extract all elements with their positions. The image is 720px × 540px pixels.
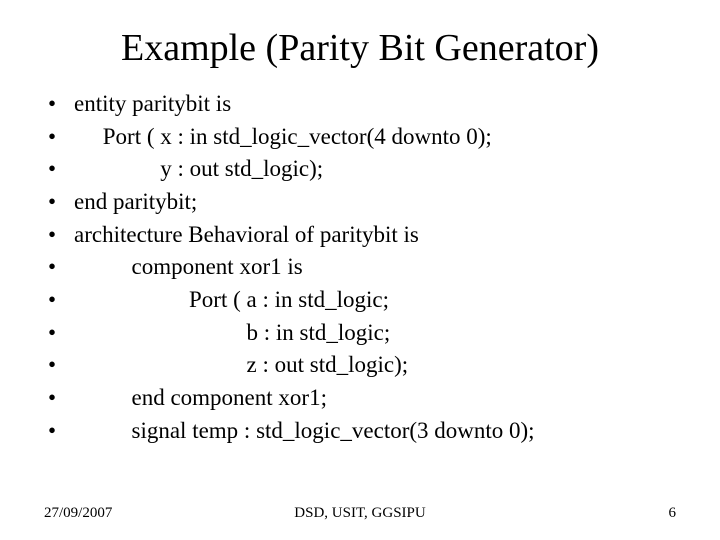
list-item: end component xor1; <box>44 382 680 415</box>
list-item: b : in std_logic; <box>44 317 680 350</box>
slide: Example (Parity Bit Generator) entity pa… <box>0 0 720 540</box>
footer-date: 27/09/2007 <box>44 505 112 522</box>
footer-page: 6 <box>669 505 677 522</box>
list-item: end paritybit; <box>44 186 680 219</box>
list-item: entity paritybit is <box>44 88 680 121</box>
list-item: Port ( a : in std_logic; <box>44 284 680 317</box>
list-item: signal temp : std_logic_vector(3 downto … <box>44 415 680 448</box>
list-item: Port ( x : in std_logic_vector(4 downto … <box>44 121 680 154</box>
slide-footer: 27/09/2007 DSD, USIT, GGSIPU 6 <box>0 505 720 522</box>
list-item: component xor1 is <box>44 251 680 284</box>
bullet-list: entity paritybit is Port ( x : in std_lo… <box>44 88 680 447</box>
slide-body: entity paritybit is Port ( x : in std_lo… <box>0 88 720 447</box>
slide-title: Example (Parity Bit Generator) <box>0 0 720 88</box>
list-item: architecture Behavioral of paritybit is <box>44 219 680 252</box>
list-item: y : out std_logic); <box>44 153 680 186</box>
list-item: z : out std_logic); <box>44 349 680 382</box>
